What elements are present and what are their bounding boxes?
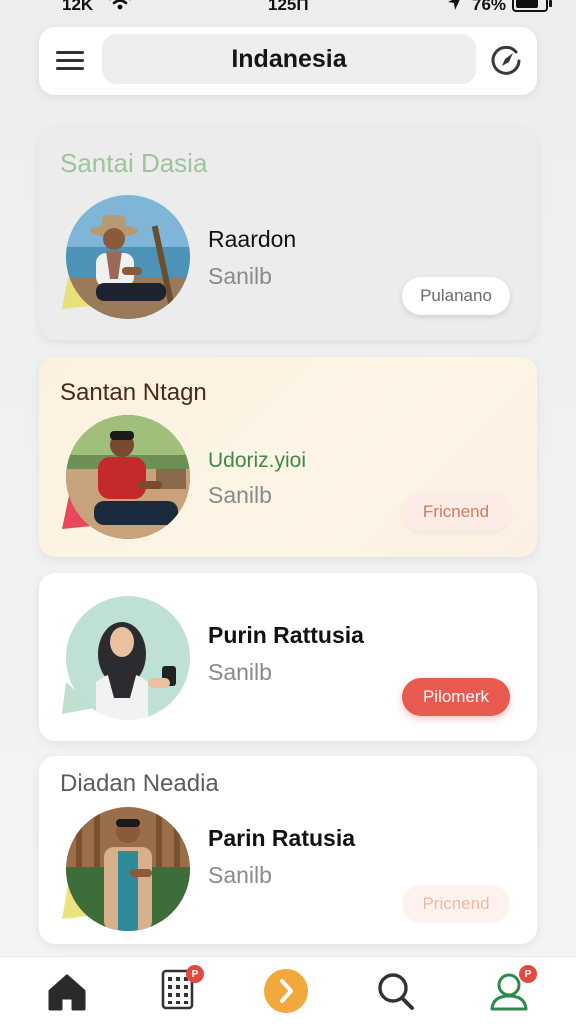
signal-strength: 12K (62, 0, 94, 14)
avatar-group (62, 195, 190, 319)
avatar (66, 807, 190, 931)
avatar-group (62, 807, 190, 931)
compass-icon[interactable] (489, 44, 523, 78)
clock: 125П (268, 0, 309, 14)
card-action-button[interactable]: Fricnend (402, 493, 510, 531)
page-title[interactable]: Indanesia (102, 34, 476, 84)
avatar (66, 415, 190, 539)
card-action-button[interactable]: Pilomerk (402, 678, 510, 716)
nav-home[interactable] (37, 957, 97, 1024)
profile-card[interactable]: Santai Dasia Raardon Sanilb Pulanano (39, 128, 537, 340)
person-name: Purin Rattusia (208, 622, 364, 648)
person-subtitle: Sanilb (208, 862, 272, 888)
location-arrow-icon (448, 0, 460, 10)
card-action-button[interactable]: Pulanano (402, 277, 510, 315)
nav-profile[interactable]: P (479, 957, 539, 1024)
person-name: Udoriz.yioi (208, 449, 307, 472)
notification-badge: P (186, 965, 204, 983)
wifi-icon (109, 0, 131, 10)
person-photo (66, 596, 190, 720)
bottom-navigation: P P (0, 956, 576, 1024)
person-photo (66, 195, 190, 319)
status-bar: 12K 125П 76% (0, 0, 576, 22)
search-icon (378, 973, 414, 1010)
person-photo (66, 807, 190, 931)
profile-card[interactable]: Diadan Neadia Parin Ratusia Sanilb Pricn… (39, 756, 537, 944)
person-subtitle: Sanilb (208, 482, 272, 508)
nav-search[interactable] (365, 957, 425, 1024)
avatar (66, 596, 190, 720)
home-icon (48, 974, 86, 1011)
nav-calendar[interactable]: P (148, 957, 208, 1024)
person-name: Parin Ratusia (208, 825, 355, 851)
card-heading: Santai Dasia (60, 148, 208, 178)
avatar (66, 195, 190, 319)
battery-percent: 76% (472, 0, 507, 14)
avatar-group (62, 596, 190, 720)
person-subtitle: Sanilb (208, 659, 272, 685)
avatar-group (62, 415, 190, 539)
nav-next[interactable] (256, 957, 316, 1024)
battery-icon (512, 0, 552, 12)
person-photo (66, 415, 190, 539)
notification-badge: P (519, 965, 537, 983)
card-action-button[interactable]: Pricnend (402, 885, 510, 923)
person-name: Raardon (208, 226, 297, 252)
hamburger-menu-icon[interactable] (53, 47, 87, 75)
profile-card[interactable]: Purin Rattusia Sanilb Pilomerk (39, 573, 537, 741)
top-app-bar: Indanesia (39, 27, 537, 95)
profile-card[interactable]: Santan Ntagn Udoriz.yioi Sanilb Fricnend (39, 357, 537, 557)
card-heading: Santan Ntagn (60, 379, 207, 406)
card-heading: Diadan Neadia (60, 770, 219, 797)
next-arrow-icon (264, 969, 308, 1013)
person-subtitle: Sanilb (208, 263, 272, 289)
